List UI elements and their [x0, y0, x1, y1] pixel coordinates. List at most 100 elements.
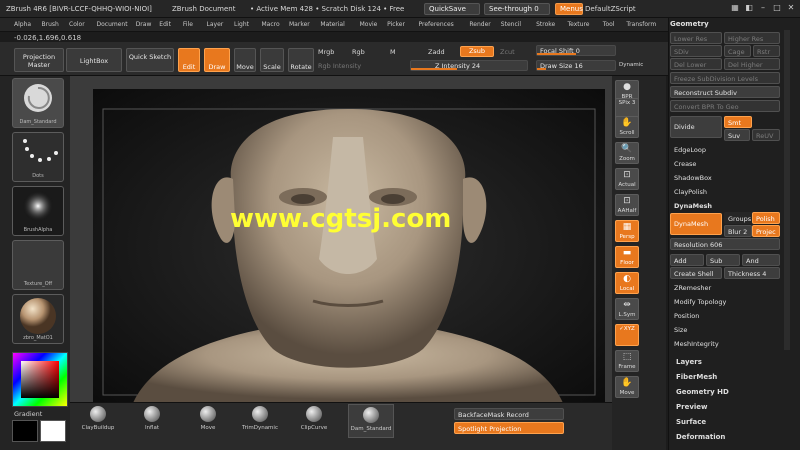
deformation-palette[interactable]: Deformation	[676, 433, 725, 441]
convert-bpr-button[interactable]: Convert BPR To Geo	[670, 100, 780, 112]
sub-button[interactable]: Sub	[706, 254, 740, 266]
zremesher-subpanel[interactable]: ZRemesher	[670, 282, 780, 294]
cage-button[interactable]: Cage	[724, 45, 751, 57]
surface-palette[interactable]: Surface	[676, 418, 706, 426]
menu-picker[interactable]: Picker	[387, 21, 405, 28]
menu-render[interactable]: Render	[469, 21, 490, 28]
rstr-button[interactable]: Rstr	[753, 45, 780, 57]
palette-icon[interactable]: ▦	[730, 3, 740, 14]
zcut-toggle[interactable]: Zcut	[500, 48, 515, 56]
minimize-icon[interactable]: –	[758, 3, 768, 14]
menu-color[interactable]: Color	[69, 21, 85, 28]
gradient-label[interactable]: Gradient	[14, 410, 42, 418]
groups-label[interactable]: Groups	[724, 212, 752, 224]
alpha-thumbnail[interactable]: BrushAlpha	[12, 186, 64, 236]
draw-button[interactable]: Draw	[204, 48, 230, 72]
canvas[interactable]	[93, 89, 605, 403]
brush-trimdynamic[interactable]: TrimDynamic	[240, 404, 280, 438]
menu-stencil[interactable]: Stencil	[501, 21, 521, 28]
menu-marker[interactable]: Marker	[289, 21, 310, 28]
smt-toggle[interactable]: Smt	[724, 116, 752, 128]
persp-button[interactable]: ▦ Persp	[615, 220, 639, 242]
brush-clipcurve[interactable]: ClipCurve	[294, 404, 334, 438]
lower-res-button[interactable]: Lower Res	[670, 32, 722, 44]
texture-thumbnail[interactable]: Texture_Off	[12, 240, 64, 290]
preview-palette[interactable]: Preview	[676, 403, 708, 411]
edgeloop-subpanel[interactable]: EdgeLoop	[670, 144, 780, 156]
brush-thumbnail[interactable]: Dam_Standard	[12, 78, 64, 128]
menu-brush[interactable]: Brush	[42, 21, 59, 28]
blur-slider[interactable]: Blur 2	[724, 225, 752, 237]
aahalf-button[interactable]: ⊡ AAHalf	[615, 194, 639, 216]
scale-button[interactable]: Scale	[260, 48, 284, 72]
polish-toggle[interactable]: Polish	[752, 212, 780, 224]
rotate-button[interactable]: Rotate	[288, 48, 314, 72]
color-picker[interactable]	[12, 352, 68, 407]
menu-file[interactable]: File	[183, 21, 193, 28]
actual-button[interactable]: ⊡ Actual	[615, 168, 639, 190]
main-color-swatch[interactable]	[40, 420, 66, 442]
project-toggle[interactable]: Projec	[752, 225, 780, 237]
reconstruct-subdiv-button[interactable]: Reconstruct Subdiv	[670, 86, 780, 98]
sdiv-slider[interactable]: SDiv	[670, 45, 722, 57]
shadowbox-subpanel[interactable]: ShadowBox	[670, 172, 780, 184]
quicksave-button[interactable]: QuickSave	[424, 3, 480, 15]
crease-subpanel[interactable]: Crease	[670, 158, 780, 170]
lightbox-button[interactable]: LightBox	[66, 48, 122, 72]
spotlight-projection-toggle[interactable]: Spotlight Projection	[454, 422, 564, 434]
menus-button[interactable]: Menus	[555, 3, 583, 15]
zadd-toggle[interactable]: Zadd	[428, 48, 445, 56]
m-toggle[interactable]: M	[390, 48, 396, 56]
add-button[interactable]: Add	[670, 254, 704, 266]
brush-dam-standard[interactable]: Dam_Standard	[348, 404, 394, 438]
reuv-button[interactable]: ReUV	[752, 129, 780, 141]
maximize-icon[interactable]: □	[772, 3, 782, 14]
geometry-hd-palette[interactable]: Geometry HD	[676, 388, 729, 396]
palette-scrollbar[interactable]	[784, 30, 790, 350]
menu-edit[interactable]: Edit	[159, 21, 171, 28]
higher-res-button[interactable]: Higher Res	[724, 32, 780, 44]
stroke-thumbnail[interactable]: Dots	[12, 132, 64, 182]
resolution-slider[interactable]: Resolution 606	[670, 238, 780, 250]
del-higher-button[interactable]: Del Higher	[724, 58, 780, 70]
thickness-slider[interactable]: Thickness 4	[724, 267, 780, 279]
layout-icon[interactable]: ◧	[744, 3, 754, 14]
menu-alpha[interactable]: Alpha	[14, 21, 31, 28]
menu-texture[interactable]: Texture	[568, 21, 590, 28]
meshintegrity-subpanel[interactable]: MeshIntegrity	[670, 338, 780, 350]
menu-material[interactable]: Material	[320, 21, 344, 28]
frame-button[interactable]: ⬚ Frame	[615, 350, 639, 372]
secondary-color-swatch[interactable]	[12, 420, 38, 442]
z-intensity-slider[interactable]: Z Intensity 24	[410, 60, 528, 71]
brush-inflat[interactable]: Inflat	[132, 404, 172, 438]
dynamesh-subpanel-header[interactable]: DynaMesh	[670, 200, 780, 212]
brush-claybuildup[interactable]: ClayBuildup	[78, 404, 118, 438]
size-subpanel[interactable]: Size	[670, 324, 780, 336]
modify-topology-subpanel[interactable]: Modify Topology	[670, 296, 780, 308]
claypolish-subpanel[interactable]: ClayPolish	[670, 186, 780, 198]
default-zscript-label[interactable]: DefaultZScript	[585, 5, 636, 13]
menu-stroke[interactable]: Stroke	[536, 21, 555, 28]
projection-master-button[interactable]: Projection Master	[14, 48, 64, 72]
menu-preferences[interactable]: Preferences	[419, 21, 454, 28]
zsub-toggle[interactable]: Zsub	[460, 46, 494, 57]
xyz-button[interactable]: ✓XYZ	[615, 324, 639, 346]
menu-tool[interactable]: Tool	[603, 21, 615, 28]
del-lower-button[interactable]: Del Lower	[670, 58, 722, 70]
geometry-title[interactable]: Geometry	[670, 20, 782, 30]
scroll-button[interactable]: ✋ Scroll	[615, 116, 639, 138]
and-button[interactable]: And	[742, 254, 780, 266]
menu-light[interactable]: Light	[234, 21, 249, 28]
menu-macro[interactable]: Macro	[262, 21, 280, 28]
move-button[interactable]: Move	[234, 48, 256, 72]
mrgb-toggle[interactable]: Mrgb	[318, 48, 334, 56]
floor-button[interactable]: ▬ Floor	[615, 246, 639, 268]
see-through-slider[interactable]: See-through 0	[484, 3, 550, 15]
layers-palette[interactable]: Layers	[676, 358, 702, 366]
brush-move[interactable]: Move	[188, 404, 228, 438]
fibermesh-palette[interactable]: FiberMesh	[676, 373, 717, 381]
local-button[interactable]: ◐ Local	[615, 272, 639, 294]
menu-transform[interactable]: Transform	[626, 21, 656, 28]
draw-size-slider[interactable]: Draw Size 16	[536, 60, 616, 71]
freeze-subdivision-button[interactable]: Freeze SubDivision Levels	[670, 72, 780, 84]
